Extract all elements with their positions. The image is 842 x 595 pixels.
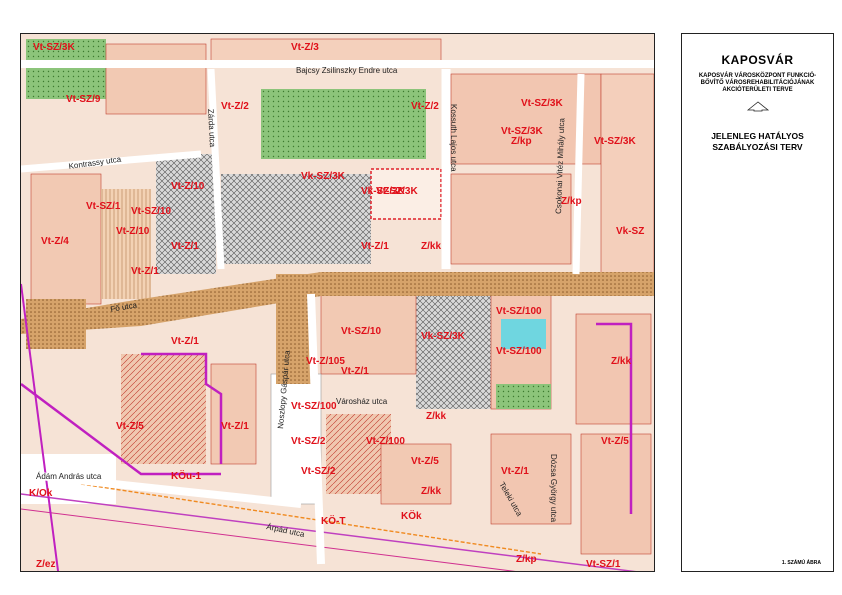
- zone-label: Vt-SZ/3K: [376, 186, 418, 197]
- building-blocks: [21, 34, 654, 571]
- zone-label: Vt-Z/5: [601, 436, 629, 447]
- zone-label: Z/kk: [611, 356, 631, 367]
- zone-label: Vt-SZ/9: [66, 94, 101, 105]
- zone-label: Vt-Z/4: [41, 236, 69, 247]
- zone-label: Vt-Z/10: [171, 181, 205, 192]
- map-area[interactable]: Bajcsy Zsilinszky Endre utca Kontrassy u…: [20, 33, 655, 572]
- zone-label: Z/kk: [421, 241, 441, 252]
- zone-label: Vt-Z/1: [131, 266, 159, 277]
- zone-label: Vt-Z/1: [361, 241, 389, 252]
- zone-label: Vt-Z/1: [221, 421, 249, 432]
- plan-line: SZABÁLYOZÁSI TERV: [712, 142, 803, 152]
- title-block: KAPOSVÁR KAPOSVÁR VÁROSKÖZPONT FUNKCIÓ- …: [681, 33, 834, 572]
- zone-label: Vt-Z/1: [501, 466, 529, 477]
- zone-label: Vt-SZ/1: [86, 201, 121, 212]
- zone-label: Z/kp: [516, 554, 537, 565]
- zone-label: Vk-SZ/3K: [301, 171, 346, 182]
- plan-line: JELENLEG HATÁLYOS: [711, 131, 804, 141]
- zone-label: Vt-Z/2: [221, 101, 249, 112]
- zone-label: Vt-Z/3: [291, 42, 319, 53]
- subtitle-line: KAPOSVÁR VÁROSKÖZPONT FUNKCIÓ-: [698, 73, 817, 79]
- zone-label: KÖk: [401, 509, 422, 522]
- map-canvas: Bajcsy Zsilinszky Endre utca Kontrassy u…: [21, 34, 654, 571]
- plan-heading: JELENLEG HATÁLYOS SZABÁLYOZÁSI TERV: [682, 131, 833, 153]
- street-kossuth: Kossuth Lajos utca: [449, 104, 458, 172]
- zone-label: Vt-Z/2: [411, 101, 439, 112]
- zone-label: Vt-SZ/100: [496, 306, 542, 317]
- zone-label: Vt-Z/5: [116, 421, 144, 432]
- zone-label: Vk-SZ: [616, 226, 644, 237]
- zone-label: Vk-SZ/3K: [421, 331, 466, 342]
- street-dozsa: Dózsa György utca: [549, 454, 558, 523]
- zone-label: Z/kp: [561, 196, 582, 207]
- figure-label: 1. SZÁMÚ ÁBRA: [781, 560, 821, 566]
- zone-label: Vt-Z/5: [411, 456, 439, 467]
- plan-subtitle: KAPOSVÁR VÁROSKÖZPONT FUNKCIÓ- BŐVÍTŐ VÁ…: [692, 73, 823, 94]
- zone-label: Vt-SZ/1: [586, 559, 621, 570]
- zone-label: Z/ez: [36, 559, 55, 570]
- zone-label: KÖ-T: [321, 514, 345, 527]
- zone-label: Vt-Z/105: [306, 356, 345, 367]
- zone-label: K/Ok: [29, 488, 53, 499]
- zone-label: Vt-SZ/2: [291, 436, 326, 447]
- zone-label: Vt-SZ/3K: [521, 98, 563, 109]
- zone-label: Vt-Z/1: [171, 241, 199, 252]
- zone-label: Vt-Z/10: [116, 226, 150, 237]
- zone-label: Vt-SZ/100: [291, 401, 337, 412]
- street-adam: Ádám András utca: [36, 472, 102, 481]
- zone-label: Vt-Z/100: [366, 436, 405, 447]
- zone-label: KÖu-1: [171, 469, 201, 482]
- street-bajcsy: Bajcsy Zsilinszky Endre utca: [296, 66, 398, 75]
- zone-label: Vt-SZ/100: [496, 346, 542, 357]
- zone-label: Z/kk: [426, 411, 446, 422]
- zone-label: Vt-SZ/10: [131, 206, 171, 217]
- subtitle-line: AKCIÓTERÜLETI TERVE: [722, 87, 793, 93]
- zone-label: Z/kp: [511, 136, 532, 147]
- zone-label: Vt-Z/1: [341, 366, 369, 377]
- zone-label: Vt-SZ/3K: [33, 42, 75, 53]
- subtitle-line: BŐVÍTŐ VÁROSREHABILITÁCIÓJÁNAK: [700, 80, 815, 86]
- zone-label: Vt-SZ/3K: [594, 136, 636, 147]
- zone-label: Vt-SZ/2: [301, 466, 336, 477]
- up-arrow-icon: [746, 101, 769, 112]
- city-title: KAPOSVÁR: [721, 53, 794, 67]
- zone-label: Z/kk: [421, 486, 441, 497]
- zone-label: Vt-SZ/10: [341, 326, 381, 337]
- street-varoshaz: Városház utca: [336, 397, 388, 406]
- zone-label: Vt-Z/1: [171, 336, 199, 347]
